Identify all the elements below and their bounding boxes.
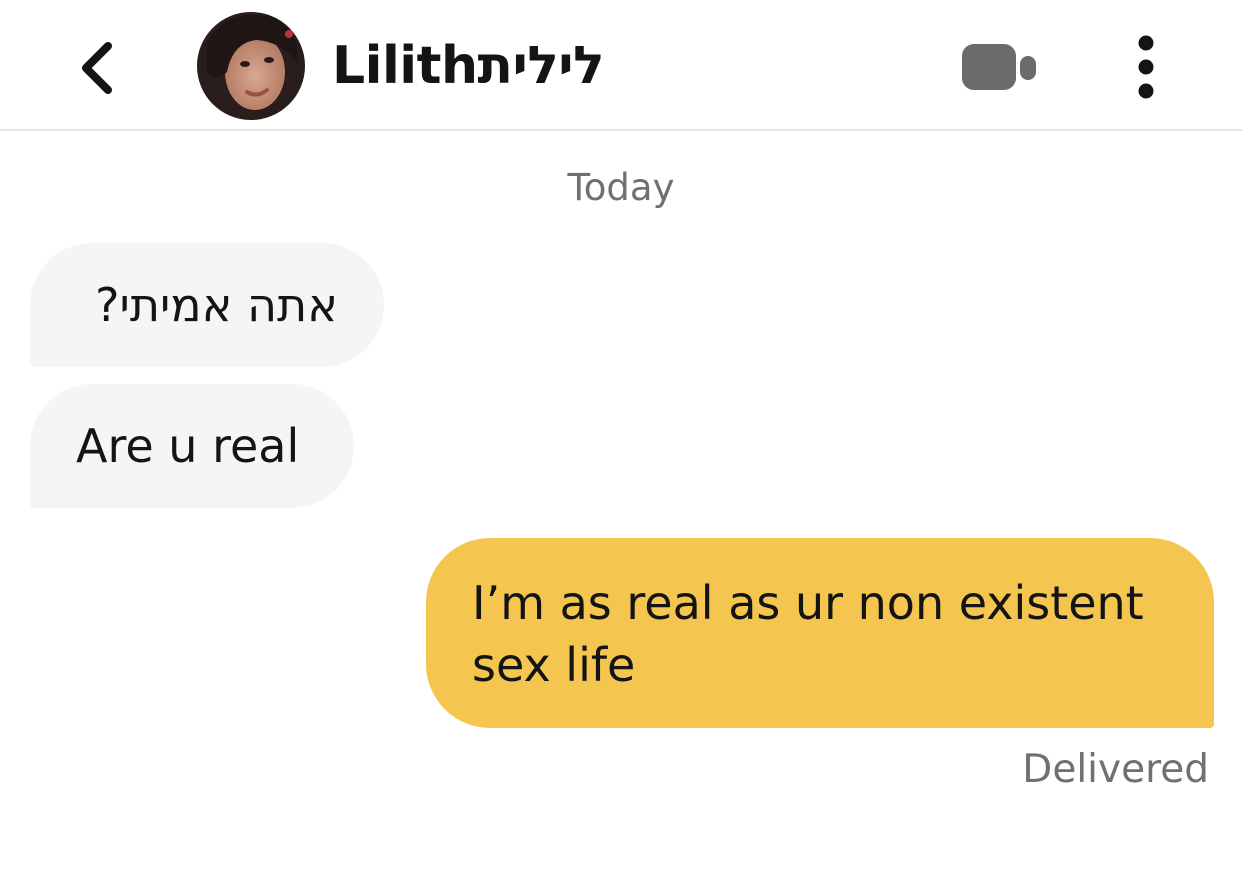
contact-name[interactable]: Lilithלילית: [332, 34, 605, 98]
chevron-left-icon: [82, 42, 112, 94]
incoming-message[interactable]: אתה אמיתי?: [30, 243, 384, 367]
chat-header: Lilithלילית: [0, 0, 1242, 131]
delivery-status: Delivered: [1022, 747, 1209, 792]
chat-screen: Lilithלילית Today אתה אמיתי? Are u real …: [0, 0, 1242, 874]
message-text: I’m as real as ur non existent sex life: [472, 576, 1144, 692]
more-options-button[interactable]: [1124, 34, 1168, 100]
avatar[interactable]: [197, 12, 305, 120]
video-camera-icon: [962, 44, 1036, 90]
message-text: Are u real: [76, 419, 300, 473]
date-separator: Today: [567, 166, 675, 209]
outgoing-message[interactable]: I’m as real as ur non existent sex life: [426, 538, 1214, 728]
incoming-message[interactable]: Are u real: [30, 384, 354, 508]
more-vertical-icon: [1138, 35, 1154, 99]
message-text: אתה אמיתי?: [95, 278, 338, 332]
video-call-button[interactable]: [960, 42, 1038, 92]
back-button[interactable]: [72, 36, 128, 96]
